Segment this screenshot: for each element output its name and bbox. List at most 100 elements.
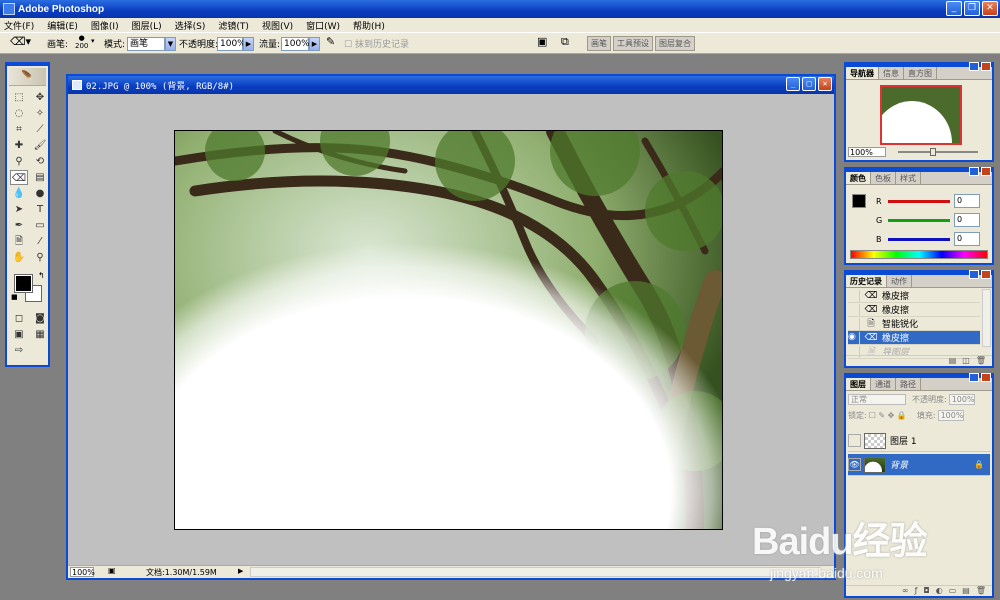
status-menu-arrow-icon[interactable]: ▶ (238, 567, 243, 575)
navigator-zoom-field[interactable]: 100% (848, 147, 886, 157)
lock-icons[interactable]: ☐ ✎ ✥ 🔒 (869, 411, 907, 420)
mode-dropdown-icon[interactable]: ▼ (165, 37, 176, 51)
tab-channels[interactable]: 通道 (871, 378, 896, 390)
layer-visibility-toggle[interactable] (848, 434, 861, 447)
well-tab-brushes[interactable]: 画笔 (587, 36, 611, 51)
panel-minimize-button[interactable] (969, 373, 979, 382)
image-canvas[interactable] (174, 130, 723, 530)
jump-to-imageready-icon[interactable]: ⇨ (10, 343, 28, 358)
screen-mode-icon[interactable]: ▣ (10, 327, 28, 342)
shape-tool-icon[interactable]: ▭ (31, 218, 49, 233)
well-tab-layer-comps[interactable]: 图层复合 (655, 36, 695, 51)
minimize-button[interactable]: _ (946, 1, 962, 16)
file-browser-icon[interactable]: ▣ (537, 35, 547, 48)
menu-image[interactable]: 图像(I) (91, 19, 119, 32)
layer-mask-icon[interactable]: ◘ (923, 586, 929, 596)
menu-help[interactable]: 帮助(H) (353, 19, 385, 32)
path-selection-tool-icon[interactable]: ➤ (10, 202, 28, 217)
navigator-zoom-knob[interactable] (930, 148, 936, 156)
delete-layer-icon[interactable]: 🗑 (976, 586, 986, 596)
well-tab-tool-presets[interactable]: 工具预设 (613, 36, 653, 51)
panel-minimize-button[interactable] (969, 167, 979, 176)
hand-tool-icon[interactable]: ✋ (10, 250, 28, 265)
navigator-zoom-slider[interactable] (898, 151, 978, 153)
airbrush-icon[interactable]: ✎ (326, 35, 335, 48)
dodge-tool-icon[interactable]: ● (31, 186, 49, 201)
blur-tool-icon[interactable]: 💧 (10, 186, 28, 201)
eyedropper-tool-icon[interactable]: ⁄ (31, 234, 49, 249)
red-channel-input[interactable]: 0 (954, 194, 980, 208)
slice-tool-icon[interactable]: ⟋ (31, 122, 49, 137)
new-snapshot-icon[interactable]: ◫ (962, 356, 970, 366)
erase-to-history-checkbox[interactable]: ☐ 抹到历史记录 (344, 37, 409, 50)
layer-row[interactable]: 图层 1 (848, 430, 990, 452)
adjustment-layer-icon[interactable]: ◐ (936, 586, 943, 596)
panel-minimize-button[interactable] (969, 270, 979, 279)
layer-opacity-input[interactable]: 100% (948, 394, 975, 405)
eraser-tool-icon[interactable]: ⌫▾ (10, 35, 31, 48)
color-panel-foreground-swatch[interactable] (852, 194, 866, 208)
tab-histogram[interactable]: 直方图 (904, 67, 937, 79)
menu-view[interactable]: 视图(V) (262, 19, 293, 32)
eraser-tool-icon[interactable]: ⌫ (10, 170, 28, 185)
doc-close-button[interactable]: ✕ (818, 77, 832, 91)
history-item[interactable]: ⌫ 橡皮擦 (848, 289, 980, 303)
brush-preset-picker[interactable]: ● 200 (75, 34, 88, 50)
opacity-input[interactable]: 100% (217, 37, 246, 51)
menu-file[interactable]: 文件(F) (4, 19, 34, 32)
magic-wand-tool-icon[interactable]: ✧ (31, 106, 49, 121)
layer-style-icon[interactable]: ƒ (915, 586, 918, 596)
brush-tool-icon[interactable]: 🖌 (31, 138, 49, 153)
navigator-preview[interactable] (880, 85, 962, 145)
tab-info[interactable]: 信息 (879, 67, 904, 79)
link-layers-icon[interactable]: ∞ (902, 586, 909, 596)
restore-button[interactable]: ❐ (964, 1, 980, 16)
panel-close-button[interactable] (981, 62, 991, 71)
marquee-tool-icon[interactable]: ⬚ (10, 90, 28, 105)
gradient-tool-icon[interactable]: ▤ (31, 170, 49, 185)
menu-filter[interactable]: 滤镜(T) (218, 19, 249, 32)
flow-input[interactable]: 100% (281, 37, 310, 51)
doc-zoom-field[interactable]: 100% (70, 567, 95, 577)
panel-minimize-button[interactable] (969, 62, 979, 71)
blue-channel-input[interactable]: 0 (954, 232, 980, 246)
doc-minimize-button[interactable]: _ (786, 77, 800, 91)
menu-layer[interactable]: 图层(L) (132, 19, 162, 32)
notes-tool-icon[interactable]: 🗎 (10, 234, 28, 249)
crop-tool-icon[interactable]: ⌗ (10, 122, 28, 137)
swap-colors-icon[interactable]: ↰ (38, 271, 45, 280)
new-group-icon[interactable]: ▭ (949, 586, 957, 596)
panel-close-button[interactable] (981, 373, 991, 382)
opacity-slider-icon[interactable]: ▶ (243, 37, 254, 51)
panel-close-button[interactable] (981, 270, 991, 279)
tab-paths[interactable]: 路径 (896, 378, 921, 390)
history-scrollbar[interactable] (982, 289, 991, 347)
color-spectrum-bar[interactable] (850, 250, 988, 259)
tab-history[interactable]: 历史记录 (846, 275, 887, 287)
menu-select[interactable]: 选择(S) (175, 19, 206, 32)
doc-maximize-button[interactable]: □ (802, 77, 816, 91)
tab-swatches[interactable]: 色板 (871, 172, 896, 184)
panel-close-button[interactable] (981, 167, 991, 176)
green-channel-input[interactable]: 0 (954, 213, 980, 227)
brush-dropdown-icon[interactable]: ▾ (91, 37, 95, 45)
close-button[interactable]: ✕ (982, 1, 998, 16)
flow-slider-icon[interactable]: ▶ (309, 37, 320, 51)
delete-state-icon[interactable]: 🗑 (976, 356, 986, 366)
mode-select[interactable]: 画笔 (127, 37, 165, 51)
healing-brush-tool-icon[interactable]: ✚ (10, 138, 28, 153)
blue-channel-slider[interactable] (888, 237, 950, 241)
history-brush-source-icon[interactable]: ◉ (848, 331, 860, 344)
fill-input[interactable]: 100% (937, 410, 964, 421)
tab-layers[interactable]: 图层 (846, 378, 871, 390)
standard-mode-icon[interactable]: ◻ (10, 311, 28, 326)
zoom-tool-icon[interactable]: ⚲ (31, 250, 49, 265)
horizontal-scrollbar[interactable] (250, 567, 820, 577)
type-tool-icon[interactable]: T (31, 202, 49, 217)
default-colors-icon[interactable]: ■ (11, 293, 18, 301)
quick-mask-mode-icon[interactable]: ◙ (31, 311, 49, 326)
move-tool-icon[interactable]: ✥ (31, 90, 49, 105)
tab-navigator[interactable]: 导航器 (846, 67, 879, 79)
foreground-color-swatch[interactable] (14, 274, 33, 293)
full-screen-mode-icon[interactable]: ▦ (31, 327, 49, 342)
